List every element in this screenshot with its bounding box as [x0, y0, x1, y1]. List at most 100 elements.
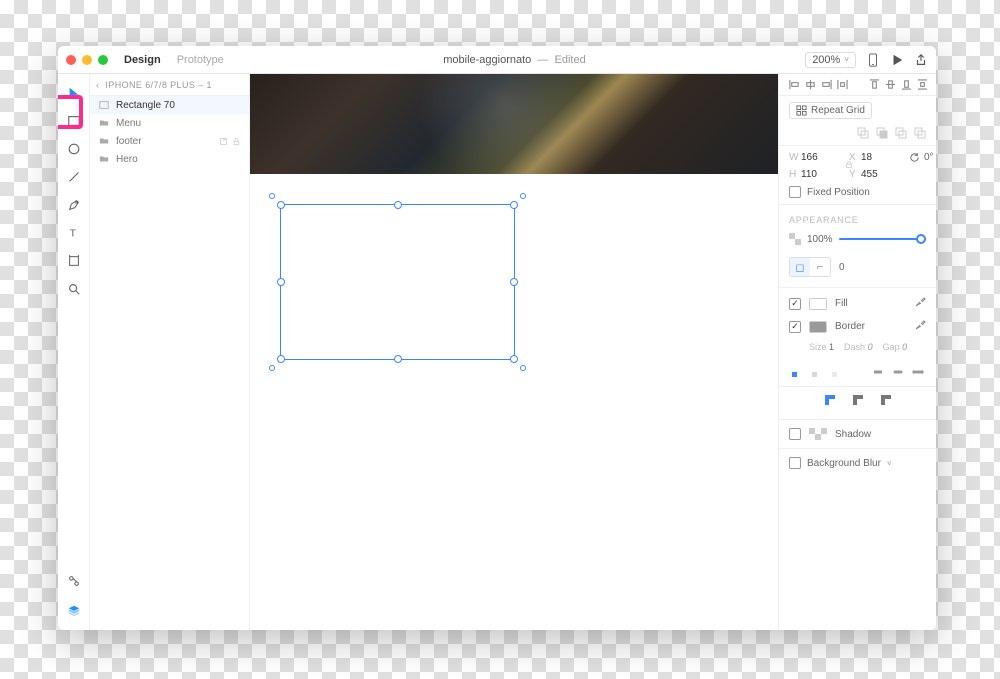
layer-row[interactable]: Menu [90, 114, 249, 132]
artboard-tool[interactable] [60, 248, 88, 274]
join-row [779, 387, 936, 420]
line-tool[interactable] [60, 164, 88, 190]
canvas[interactable] [250, 74, 778, 630]
rotate-handle[interactable] [520, 193, 526, 199]
layers-icon[interactable] [60, 598, 88, 624]
minimize-window-button[interactable] [82, 55, 92, 65]
resize-handle[interactable] [510, 278, 518, 286]
opacity-slider[interactable] [839, 238, 926, 240]
resize-handle[interactable] [510, 355, 518, 363]
zoom-dropdown[interactable]: 200% ˅ [805, 52, 856, 68]
bool-exclude-icon[interactable] [914, 127, 926, 139]
app-window: Design Prototype mobile-aggiornato — Edi… [58, 46, 936, 630]
join-bevel-icon[interactable] [877, 391, 895, 409]
cap-butt-icon[interactable] [870, 364, 886, 380]
resize-handle[interactable] [394, 355, 402, 363]
align-bottom-icon [901, 79, 912, 90]
distribute-v-icon [917, 79, 928, 90]
x-field[interactable]: X [849, 152, 895, 163]
ellipse-tool[interactable] [60, 136, 88, 162]
height-field[interactable]: H [789, 169, 835, 180]
opacity-icon [789, 233, 801, 245]
rotate-icon [909, 152, 920, 163]
select-tool[interactable] [60, 80, 88, 106]
border-swatch[interactable] [809, 321, 827, 333]
fill-checkbox[interactable] [789, 298, 801, 310]
stroke-inner-icon[interactable] [789, 364, 805, 380]
mode-design-tab[interactable]: Design [124, 54, 161, 66]
border-label: Border [835, 321, 865, 332]
corner-radius-mode[interactable]: ◻ ⌐ [789, 257, 831, 277]
export-icon [219, 137, 228, 146]
shadow-label: Shadow [835, 429, 871, 440]
resize-handle[interactable] [277, 355, 285, 363]
corner-radius-value[interactable]: 0 [839, 262, 845, 273]
rectangle-tool[interactable] [60, 108, 88, 134]
rotate-handle[interactable] [269, 365, 275, 371]
fill-label: Fill [835, 298, 848, 309]
chevron-down-icon[interactable]: ˅ [887, 459, 892, 468]
stroke-center-icon[interactable] [809, 364, 825, 380]
maximize-window-button[interactable] [98, 55, 108, 65]
repeat-grid-button[interactable]: Repeat Grid [789, 102, 872, 119]
selected-rectangle[interactable] [280, 204, 515, 360]
resize-handle[interactable] [277, 278, 285, 286]
resize-handle[interactable] [394, 201, 402, 209]
align-horizontal-group[interactable] [789, 79, 848, 90]
stroke-outer-icon[interactable] [829, 364, 845, 380]
join-miter-icon[interactable] [821, 391, 839, 409]
layers-breadcrumb[interactable]: ‹ IPHONE 6/7/8 PLUS – 1 [90, 74, 249, 96]
close-window-button[interactable] [66, 55, 76, 65]
rotate-handle[interactable] [520, 365, 526, 371]
device-preview-icon[interactable] [866, 53, 880, 67]
shadow-swatch-icon[interactable] [809, 428, 827, 440]
independent-radius-icon: ⌐ [810, 258, 830, 276]
stroke-details: Size 1 Dash 0 Gap 0 [779, 342, 936, 358]
share-icon[interactable] [914, 53, 928, 67]
border-checkbox[interactable] [789, 321, 801, 333]
bgblur-checkbox[interactable] [789, 457, 801, 469]
bool-union-icon[interactable] [857, 127, 869, 139]
rotate-handle[interactable] [269, 193, 275, 199]
bool-intersect-icon[interactable] [895, 127, 907, 139]
fixed-position-label: Fixed Position [807, 187, 870, 198]
layer-label: footer [116, 136, 142, 147]
shadow-checkbox[interactable] [789, 428, 801, 440]
align-right-icon [821, 79, 832, 90]
hero-image [250, 74, 778, 174]
distribute-h-icon [837, 79, 848, 90]
y-field[interactable]: Y [849, 169, 895, 180]
cap-round-icon[interactable] [890, 364, 906, 380]
pen-tool[interactable] [60, 192, 88, 218]
window-controls [66, 55, 108, 65]
resize-handle[interactable] [277, 201, 285, 209]
assets-icon[interactable] [60, 568, 88, 594]
rotation-field[interactable]: 0° [909, 152, 934, 163]
layer-row[interactable]: Rectangle 70 [90, 96, 249, 114]
resize-handle[interactable] [510, 201, 518, 209]
mode-prototype-tab[interactable]: Prototype [177, 54, 224, 66]
layers-panel: ‹ IPHONE 6/7/8 PLUS – 1 Rectangle 70 Men… [90, 74, 250, 630]
align-center-icon [805, 79, 816, 90]
document-title: mobile-aggiornato — Edited [224, 54, 805, 66]
align-left-icon [789, 79, 800, 90]
bool-subtract-icon[interactable] [876, 127, 888, 139]
link-dimensions-icon[interactable] [845, 161, 853, 172]
layer-row[interactable]: footer [90, 132, 249, 150]
text-tool[interactable]: T [60, 220, 88, 246]
fixed-position-checkbox[interactable] [789, 186, 801, 198]
tools-sidebar: T [58, 74, 90, 630]
align-middle-icon [885, 79, 896, 90]
folder-icon [98, 135, 110, 147]
layer-label: Hero [116, 154, 138, 165]
play-icon[interactable] [890, 53, 904, 67]
align-vertical-group[interactable] [869, 79, 928, 90]
eyedropper-icon[interactable] [914, 319, 926, 334]
zoom-tool[interactable] [60, 276, 88, 302]
eyedropper-icon[interactable] [914, 296, 926, 311]
fill-swatch[interactable] [809, 298, 827, 310]
layer-row[interactable]: Hero [90, 150, 249, 168]
width-field[interactable]: W [789, 152, 835, 163]
join-round-icon[interactable] [849, 391, 867, 409]
cap-square-icon[interactable] [910, 364, 926, 380]
